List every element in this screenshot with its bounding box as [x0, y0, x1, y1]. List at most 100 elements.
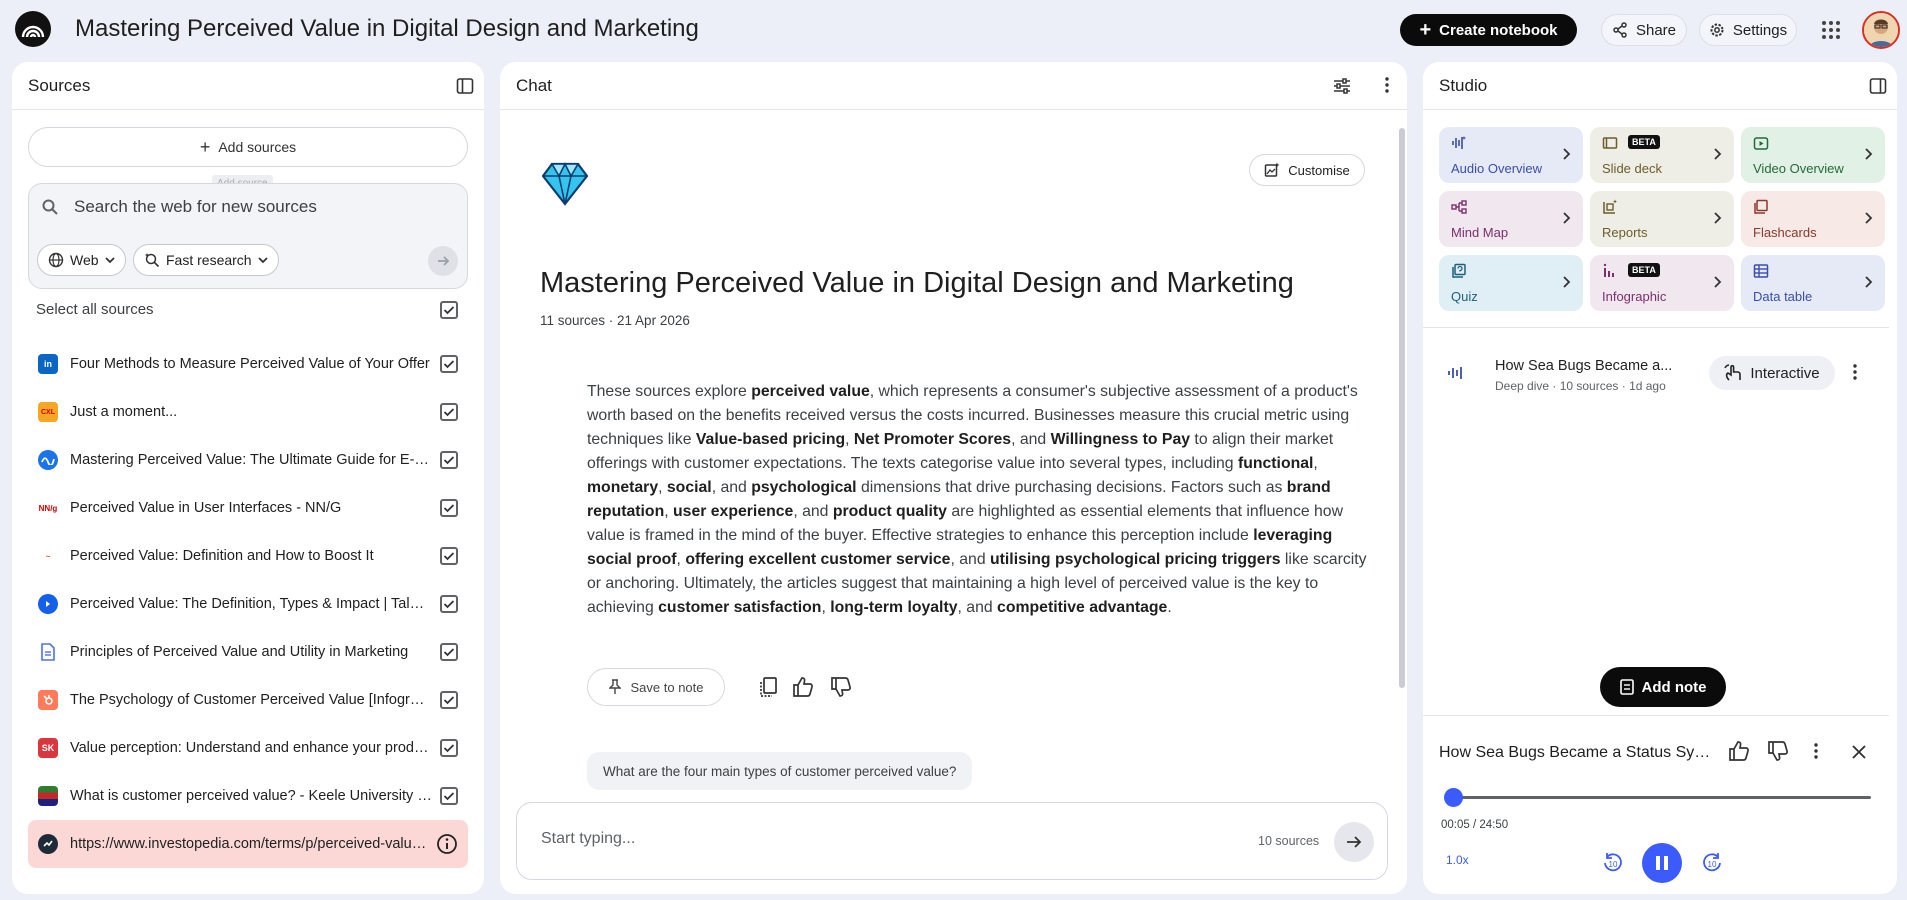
source-item-error[interactable]: https://www.investopedia.com/terms/p/per…: [28, 820, 468, 868]
chat-scrollbar[interactable]: [1399, 128, 1405, 688]
interactive-mode-button[interactable]: Interactive: [1709, 356, 1835, 390]
reports-tile[interactable]: Reports: [1590, 191, 1734, 247]
forward-10-icon[interactable]: 10: [1700, 851, 1724, 875]
table-icon: [1753, 264, 1769, 278]
save-to-note-button[interactable]: Save to note: [587, 668, 725, 706]
interactive-hand-icon: [1724, 364, 1742, 381]
studio-panel: Studio Audio Overview BETA Slide deck Vi…: [1423, 62, 1897, 894]
source-item[interactable]: NN/g Perceived Value in User Interfaces …: [28, 484, 468, 532]
source-item[interactable]: The Psychology of Customer Perceived Val…: [28, 676, 468, 724]
chevron-down-icon: [257, 257, 268, 264]
playback-speed-button[interactable]: 1.0x: [1446, 853, 1469, 867]
flashcards-icon: [1754, 199, 1768, 214]
thumbs-down-icon[interactable]: [1767, 740, 1789, 762]
pin-icon: [608, 679, 621, 694]
add-note-button[interactable]: Add note: [1600, 667, 1726, 707]
audio-overview-tile[interactable]: Audio Overview: [1439, 127, 1583, 183]
source-item[interactable]: ~ Perceived Value: Definition and How to…: [28, 532, 468, 580]
copy-icon[interactable]: [758, 676, 778, 698]
source-item[interactable]: in Four Methods to Measure Perceived Val…: [28, 340, 468, 388]
select-all-checkbox[interactable]: [440, 301, 458, 319]
rewind-10-icon[interactable]: 10: [1601, 851, 1625, 875]
progress-slider[interactable]: [1444, 788, 1871, 807]
nng-icon: NN/g: [38, 498, 58, 518]
chevron-right-icon: [1865, 276, 1873, 288]
more-vert-icon[interactable]: [1814, 743, 1818, 759]
apps-grid-icon[interactable]: [1820, 19, 1842, 41]
source-checkbox[interactable]: [440, 499, 458, 517]
source-item[interactable]: What is customer perceived value? - Keel…: [28, 772, 468, 820]
source-title: Just a moment...: [70, 404, 178, 420]
beta-badge: BETA: [1628, 263, 1660, 277]
note-icon: [1619, 679, 1634, 695]
create-notebook-label: Create notebook: [1439, 21, 1558, 39]
source-checkbox[interactable]: [440, 739, 458, 757]
create-notebook-button[interactable]: + Create notebook: [1400, 14, 1577, 46]
progress-knob[interactable]: [1444, 788, 1464, 807]
audio-overview-item[interactable]: How Sea Bugs Became a... Deep dive · 10 …: [1423, 342, 1889, 402]
source-title: Perceived Value: Definition and How to B…: [70, 548, 374, 564]
quiz-tile[interactable]: Quiz: [1439, 255, 1583, 311]
video-overview-tile[interactable]: Video Overview: [1741, 127, 1885, 183]
source-checkbox[interactable]: [440, 643, 458, 661]
search-input[interactable]: Search the web for new sources: [74, 197, 317, 217]
chat-title-label: Chat: [516, 75, 552, 95]
close-icon[interactable]: [1851, 744, 1867, 760]
add-sources-button[interactable]: + Add sources: [28, 127, 468, 167]
more-vert-icon[interactable]: [1385, 77, 1389, 93]
source-checkbox[interactable]: [440, 451, 458, 469]
source-item[interactable]: SK Value perception: Understand and enha…: [28, 724, 468, 772]
audio-title: How Sea Bugs Became a...: [1495, 358, 1673, 374]
talon-icon: [38, 594, 58, 614]
tile-label: Video Overview: [1753, 161, 1844, 176]
svg-text:10: 10: [1708, 860, 1717, 869]
settings-button[interactable]: Settings: [1699, 14, 1797, 46]
mind-map-tile[interactable]: Mind Map: [1439, 191, 1583, 247]
thumbs-up-icon[interactable]: [792, 676, 814, 698]
script-logo-icon: ~: [38, 546, 58, 566]
pause-button[interactable]: [1642, 843, 1682, 883]
customise-button[interactable]: Customise: [1249, 154, 1365, 186]
source-item[interactable]: Perceived Value: The Definition, Types &…: [28, 580, 468, 628]
source-checkbox[interactable]: [440, 403, 458, 421]
source-checkbox[interactable]: [440, 691, 458, 709]
flashcards-tile[interactable]: Flashcards: [1741, 191, 1885, 247]
chevron-right-icon: [1563, 276, 1571, 288]
sources-header: Sources: [12, 62, 484, 110]
thumbs-down-icon[interactable]: [830, 676, 852, 698]
source-checkbox[interactable]: [440, 355, 458, 373]
slides-icon: [1602, 137, 1618, 149]
data-table-tile[interactable]: Data table: [1741, 255, 1885, 311]
info-icon[interactable]: [436, 833, 458, 855]
source-title: Perceived Value: The Definition, Types &…: [70, 596, 432, 612]
user-avatar[interactable]: [1862, 11, 1900, 49]
search-icon: [42, 199, 58, 215]
source-checkbox[interactable]: [440, 787, 458, 805]
more-vert-icon[interactable]: [1853, 364, 1857, 380]
select-all-label: Select all sources: [36, 301, 154, 318]
notebook-title[interactable]: Mastering Perceived Value in Digital Des…: [75, 15, 699, 43]
notebooklm-logo-icon[interactable]: [15, 11, 51, 47]
source-item[interactable]: Principles of Perceived Value and Utilit…: [28, 628, 468, 676]
thumbs-up-icon[interactable]: [1728, 740, 1750, 762]
chat-input[interactable]: Start typing...: [541, 830, 635, 848]
tune-icon[interactable]: [1333, 77, 1351, 95]
player-title: How Sea Bugs Became a Status Symbol: [1439, 744, 1719, 761]
infographic-tile[interactable]: BETA Infographic: [1590, 255, 1734, 311]
collapse-panel-icon[interactable]: [456, 77, 474, 95]
source-title: The Psychology of Customer Perceived Val…: [70, 692, 432, 708]
notebook-meta: 11 sources · 21 Apr 2026: [540, 313, 690, 328]
source-checkbox[interactable]: [440, 595, 458, 613]
infographic-icon: [1603, 263, 1614, 277]
collapse-panel-icon[interactable]: [1869, 77, 1887, 95]
source-item[interactable]: CXL Just a moment...: [28, 388, 468, 436]
send-button[interactable]: [1334, 822, 1374, 862]
web-source-select[interactable]: Web: [37, 244, 126, 276]
source-checkbox[interactable]: [440, 547, 458, 565]
research-mode-select[interactable]: Fast research: [133, 244, 279, 276]
share-button[interactable]: Share: [1601, 14, 1687, 46]
slide-deck-tile[interactable]: BETA Slide deck: [1590, 127, 1734, 183]
reports-icon: [1603, 199, 1617, 214]
source-item[interactable]: Mastering Perceived Value: The Ultimate …: [28, 436, 468, 484]
search-submit-button[interactable]: [428, 246, 458, 276]
